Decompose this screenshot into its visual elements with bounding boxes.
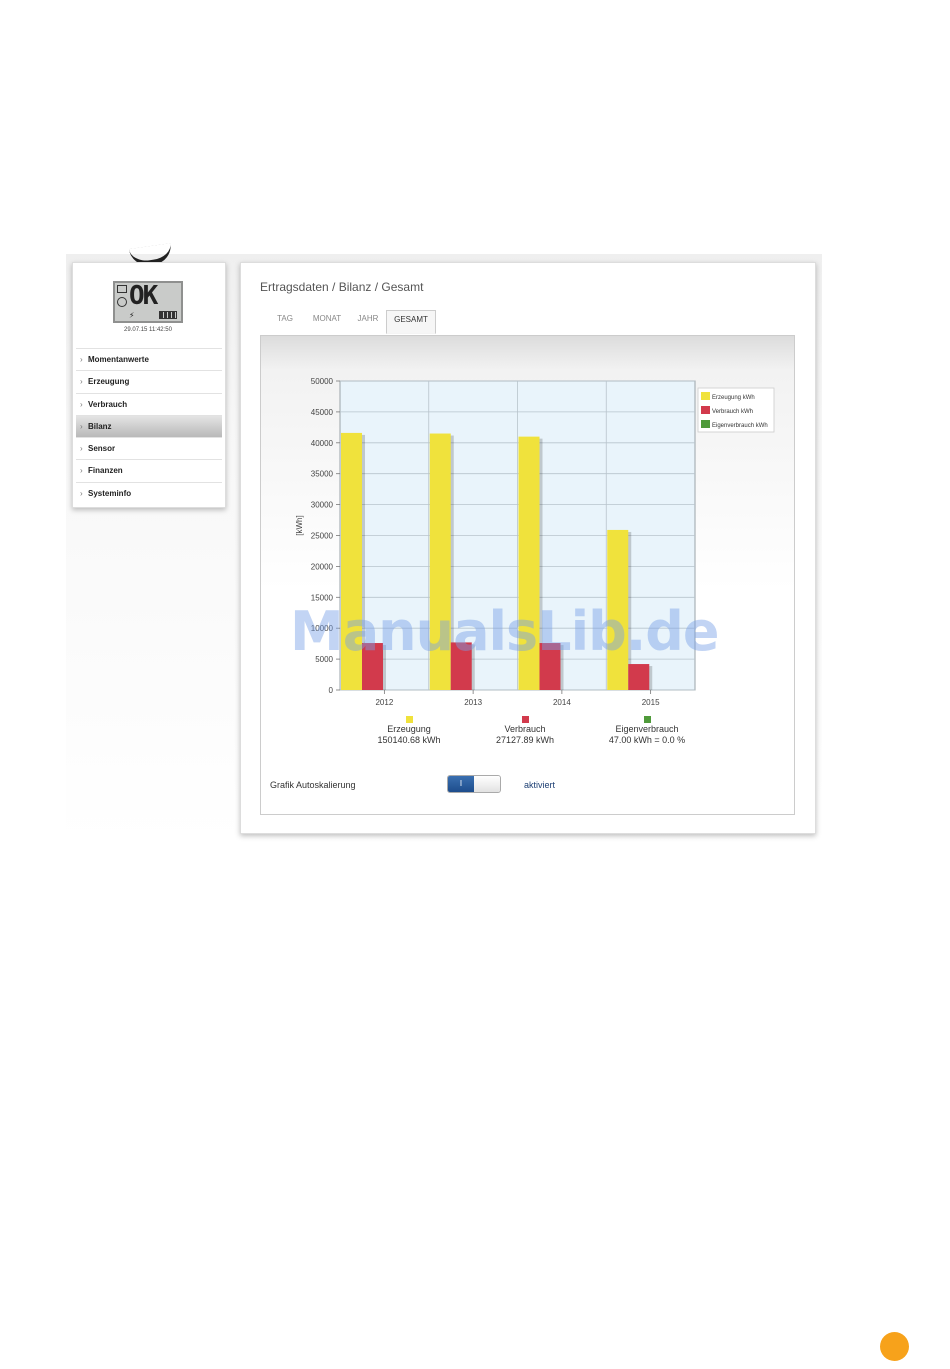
- legend-swatch: [701, 392, 710, 400]
- y-tick-label: 40000: [311, 439, 334, 448]
- y-tick-label: 30000: [311, 501, 334, 510]
- legend-entry: Eigenverbrauch kWh: [712, 423, 768, 429]
- y-axis-label: [kWh]: [295, 515, 304, 535]
- x-tick-label: 2012: [375, 698, 393, 707]
- sidebar-item-label: Sensor: [88, 444, 116, 454]
- y-tick-label: 50000: [311, 377, 334, 386]
- chevron-right-icon: ›: [80, 466, 83, 476]
- summary-label: Eigenverbrauch: [615, 724, 678, 734]
- chevron-right-icon: ›: [80, 377, 83, 387]
- sidebar-item-finanzen[interactable]: › Finanzen: [76, 459, 222, 481]
- summary-value: 150140.68 kWh: [377, 735, 440, 745]
- sidebar-item-label: Erzeugung: [88, 377, 130, 387]
- chart-container: 0 5000 10000 15000 20000 25000 30000 35000 40000…: [260, 335, 795, 760]
- summary-value: 47.00 kWh = 0.0 %: [609, 735, 685, 745]
- legend-entry: Verbrauch kWh: [712, 409, 753, 415]
- lcd-battery-icon: [117, 285, 127, 293]
- sidebar-menu: › Momentanwerte › Erzeugung › Verbrauch › Bi…: [76, 348, 222, 504]
- legend-swatch: [701, 406, 710, 414]
- sidebar-item-erzeugung[interactable]: › Erzeugung: [76, 370, 222, 392]
- summary-label: Erzeugung: [387, 724, 431, 734]
- lcd-status-text: OK: [129, 281, 158, 311]
- sidebar-item-label: Momentanwerte: [88, 355, 149, 364]
- chevron-right-icon: ›: [80, 421, 83, 431]
- sidebar-item-bilanz[interactable]: › Bilanz: [76, 414, 222, 438]
- y-tick-label: 20000: [311, 562, 334, 571]
- y-tick-label: 35000: [311, 470, 334, 479]
- chevron-right-icon: ›: [80, 488, 83, 498]
- tab-gesamt[interactable]: GESAMT: [386, 310, 436, 334]
- x-tick-label: 2013: [464, 698, 482, 707]
- settings-row: Grafik Autoskalierung I aktiviert: [260, 759, 795, 815]
- main-panel: Ertragsdaten / Bilanz / Gesamt TAG MONAT…: [240, 262, 816, 834]
- toggle-on-indicator: I: [448, 776, 474, 792]
- x-tick-label: 2014: [553, 698, 571, 707]
- bar-verbrauch-2015: [628, 664, 650, 690]
- legend-swatch: [701, 420, 710, 428]
- summary-value: 27127.89 kWh: [496, 735, 554, 745]
- page-marker: [880, 1332, 909, 1361]
- sidebar-item-momentanwerte[interactable]: › Momentanwerte: [76, 348, 222, 370]
- watermark: ManualsLib.de: [290, 600, 720, 663]
- sidebar-item-verbrauch[interactable]: › Verbrauch: [76, 392, 222, 415]
- sidebar-item-systeminfo[interactable]: › Systeminfo: [76, 481, 222, 504]
- sidebar-item-label: Verbrauch: [88, 399, 128, 409]
- chevron-right-icon: ›: [80, 355, 83, 364]
- summary-label: Verbrauch: [504, 724, 545, 734]
- chevron-right-icon: ›: [80, 399, 83, 409]
- y-tick-label: 45000: [311, 408, 334, 417]
- sidebar-item-label: Systeminfo: [88, 488, 132, 498]
- balance-chart: 0500010000150002000025000300003500040000…: [295, 377, 775, 745]
- tab-jahr[interactable]: JAHR: [351, 310, 385, 334]
- lcd-display: OK ⚡: [113, 281, 183, 323]
- navigation-panel: OK ⚡ 29.07.15 11:42:50 › Momentanwerte › E…: [72, 262, 226, 508]
- lcd-globe-icon: [117, 297, 127, 307]
- chevron-right-icon: ›: [80, 444, 83, 454]
- toggle-knob: [474, 776, 500, 792]
- summary-swatch: [406, 716, 413, 723]
- sidebar-item-label: Finanzen: [88, 466, 123, 476]
- lcd-signal-icon: ⚡: [129, 311, 135, 321]
- autoscale-label: Grafik Autoskalierung: [270, 780, 356, 790]
- lcd-timestamp: 29.07.15 11:42:50: [124, 327, 172, 333]
- summary-swatch: [522, 716, 529, 723]
- tab-monat[interactable]: MONAT: [303, 310, 351, 334]
- autoscale-toggle[interactable]: I: [447, 775, 501, 793]
- tab-tag[interactable]: TAG: [267, 310, 303, 334]
- lcd-level-icon: [159, 311, 177, 319]
- legend-entry: Erzeugung kWh: [712, 395, 755, 401]
- sidebar-item-sensor[interactable]: › Sensor: [76, 437, 222, 459]
- sidebar-item-label: Bilanz: [88, 421, 112, 431]
- y-tick-label: 25000: [311, 532, 334, 541]
- y-tick-label: 0: [329, 686, 334, 695]
- summary-swatch: [644, 716, 651, 723]
- breadcrumb: Ertragsdaten / Bilanz / Gesamt: [260, 280, 424, 294]
- autoscale-status: aktiviert: [524, 780, 556, 790]
- x-tick-label: 2015: [642, 698, 660, 707]
